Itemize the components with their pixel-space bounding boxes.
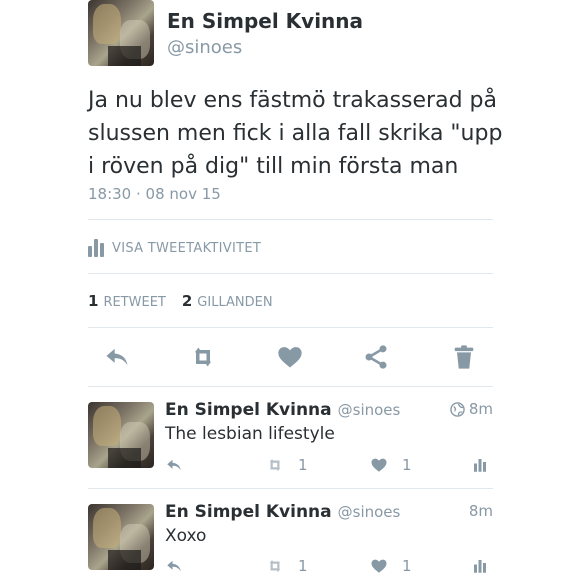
author-handle[interactable]: @sinoes — [167, 37, 242, 58]
retweet-icon — [269, 560, 281, 572]
reply-actions: 1 1 — [165, 557, 490, 577]
reply-time-text: 8m — [468, 400, 493, 418]
retweet-label[interactable]: RETWEET — [103, 295, 165, 310]
tweet-activity-label: VISA TWEETAKTIVITET — [112, 240, 262, 256]
reply-icon — [106, 348, 128, 366]
reply-author-handle: @sinoes — [337, 401, 401, 419]
reply-text: Xoxo — [165, 526, 207, 546]
avatar-photo-part — [107, 448, 141, 468]
engagement-stats: 1 RETWEET 2 GILLANDEN — [88, 292, 273, 310]
bar-chart-icon — [88, 239, 104, 257]
author-name[interactable]: En Simpel Kvinna — [167, 9, 363, 33]
divider — [88, 327, 493, 328]
reply-text: The lesbian lifestyle — [165, 424, 335, 444]
reply-reply-button[interactable] — [165, 456, 183, 474]
heart-icon — [371, 458, 387, 472]
retweet-icon — [194, 347, 212, 367]
reply-like-button[interactable]: 1 — [370, 557, 412, 575]
bar-chart-icon — [474, 560, 486, 573]
reply-retweet-count: 1 — [298, 456, 308, 474]
reply-activity-button[interactable] — [471, 557, 489, 575]
like-label[interactable]: GILLANDEN — [197, 295, 272, 310]
retweet-icon — [269, 459, 281, 471]
retweet-button[interactable] — [186, 340, 220, 374]
author-avatar[interactable] — [88, 0, 154, 66]
reply-author[interactable]: En Simpel Kvinna @sinoes — [165, 502, 400, 522]
bar-chart-icon — [474, 459, 486, 472]
avatar-photo-part — [107, 46, 141, 66]
reply-activity-button[interactable] — [471, 456, 489, 474]
reply-button[interactable] — [100, 340, 134, 374]
avatar-photo-part — [93, 405, 121, 446]
divider — [88, 273, 493, 274]
reply-retweet-button[interactable]: 1 — [266, 456, 308, 474]
reply-avatar[interactable] — [88, 402, 154, 468]
reply-like-count: 1 — [402, 456, 412, 474]
divider — [88, 488, 493, 489]
reply-retweet-button[interactable]: 1 — [266, 557, 308, 575]
avatar-photo-part — [93, 3, 121, 44]
divider — [88, 386, 493, 387]
retweet-count[interactable]: 1 — [88, 292, 98, 310]
heart-icon — [278, 347, 302, 368]
trash-icon — [454, 345, 474, 369]
delete-button[interactable] — [447, 340, 481, 374]
reply-icon — [167, 459, 181, 471]
tweet-actions — [88, 340, 493, 374]
reply-avatar[interactable] — [88, 504, 154, 570]
heart-icon — [371, 559, 387, 573]
avatar-photo-part — [93, 507, 121, 548]
reply-time: 8m — [469, 502, 493, 520]
like-count[interactable]: 2 — [182, 292, 192, 310]
reply-author-name: En Simpel Kvinna — [165, 502, 332, 522]
reply-time-text: 8m — [468, 502, 493, 520]
share-icon — [365, 345, 387, 369]
reply-retweet-count: 1 — [298, 557, 308, 575]
reply-actions: 1 1 — [165, 456, 490, 476]
reply-like-count: 1 — [402, 557, 412, 575]
avatar-photo-part — [107, 550, 141, 570]
tweet-timestamp: 18:30 · 08 nov 15 — [88, 185, 221, 203]
share-button[interactable] — [359, 340, 393, 374]
reply-author-name: En Simpel Kvinna — [165, 400, 332, 420]
reply-icon — [167, 560, 181, 572]
reply-time: 8m — [450, 400, 493, 418]
like-button[interactable] — [273, 340, 307, 374]
globe-icon — [450, 401, 465, 417]
tweet-activity-link[interactable]: VISA TWEETAKTIVITET — [88, 237, 261, 259]
divider — [88, 219, 493, 220]
reply-like-button[interactable]: 1 — [370, 456, 412, 474]
tweet-text: Ja nu blev ens fästmö trakasserad på slu… — [88, 88, 503, 179]
reply-author-handle: @sinoes — [337, 503, 401, 521]
reply-author[interactable]: En Simpel Kvinna @sinoes — [165, 400, 400, 420]
reply-reply-button[interactable] — [165, 557, 183, 575]
